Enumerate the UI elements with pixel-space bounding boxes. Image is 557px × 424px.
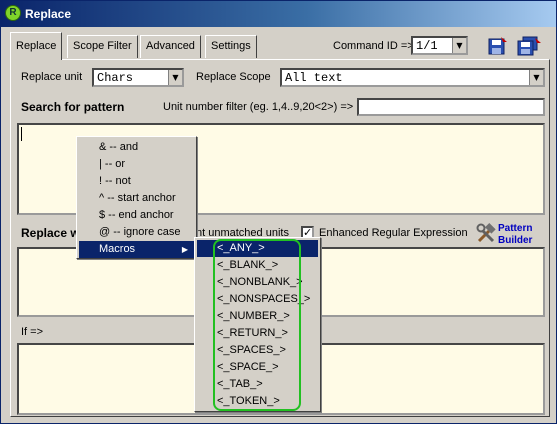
tab-advanced[interactable]: Advanced: [140, 35, 201, 58]
replace-unit-label: Replace unit: [21, 71, 83, 83]
pattern-builder-button[interactable]: Pattern Builder: [498, 223, 532, 247]
replace-unit-select[interactable]: Chars ▼: [92, 68, 184, 87]
macro-item-blank[interactable]: <_BLANK_>: [197, 257, 318, 274]
window-title: Replace: [25, 7, 72, 21]
macro-item-any[interactable]: <_ANY_>: [197, 240, 318, 257]
chevron-down-icon[interactable]: ▼: [529, 70, 543, 85]
submenu-arrow-icon: ▶: [181, 245, 188, 254]
command-id-value: 1/1: [416, 39, 438, 53]
replace-window: R Replace Replace Scope Filter Advanced …: [0, 0, 557, 424]
menu-item-ignore-case[interactable]: @ -- ignore case: [79, 224, 194, 241]
hammer-wrench-icon[interactable]: [475, 223, 497, 245]
macro-item-nonspaces[interactable]: <_NONSPACES_>: [197, 291, 318, 308]
if-label: If =>: [21, 326, 44, 338]
macro-item-spaces[interactable]: <_SPACES_>: [197, 342, 318, 359]
command-id-combo[interactable]: 1/1 ▼: [411, 36, 468, 55]
floppy-disk-icon[interactable]: [487, 36, 509, 56]
command-id-label: Command ID =>: [333, 40, 414, 52]
text-caret: [21, 127, 22, 141]
pattern-context-menu: & -- and | -- or ! -- not ^ -- start anc…: [76, 136, 197, 259]
macro-item-return[interactable]: <_RETURN_>: [197, 325, 318, 342]
macro-item-number[interactable]: <_NUMBER_>: [197, 308, 318, 325]
search-pattern-label: Search for pattern: [21, 100, 125, 114]
replace-scope-value: All text: [285, 71, 343, 85]
chevron-down-icon[interactable]: ▼: [452, 38, 466, 53]
tab-replace[interactable]: Replace: [10, 32, 63, 60]
replace-with-label: Replace w: [21, 226, 80, 240]
pattern-builder-line2: Builder: [498, 235, 533, 246]
macro-item-nonblank[interactable]: <_NONBLANK_>: [197, 274, 318, 291]
pattern-builder-line1: Pattern: [498, 223, 533, 234]
replace-unit-value: Chars: [97, 71, 134, 85]
menu-item-macros[interactable]: Macros ▶: [79, 241, 194, 258]
macro-item-space[interactable]: <_SPACE_>: [197, 359, 318, 376]
macro-item-tab[interactable]: <_TAB_>: [197, 376, 318, 393]
tab-scope-filter[interactable]: Scope Filter: [67, 35, 138, 58]
macros-submenu: <_ANY_> <_BLANK_> <_NONBLANK_> <_NONSPAC…: [194, 237, 321, 412]
unit-number-filter-input[interactable]: [357, 98, 545, 116]
replace-scope-label: Replace Scope: [196, 71, 271, 83]
menu-item-start-anchor[interactable]: ^ -- start anchor: [79, 190, 194, 207]
chevron-down-icon[interactable]: ▼: [168, 70, 182, 85]
menu-item-end-anchor[interactable]: $ -- end anchor: [79, 207, 194, 224]
enhanced-regex-label: Enhanced Regular Expression: [319, 227, 468, 239]
unit-number-filter-label: Unit number filter (eg. 1,4..9,20<2>) =>: [163, 101, 354, 113]
menu-item-or[interactable]: | -- or: [79, 156, 194, 173]
menu-item-macros-label: Macros: [99, 243, 136, 255]
replace-scope-select[interactable]: All text ▼: [280, 68, 545, 87]
tab-settings[interactable]: Settings: [205, 35, 257, 58]
floppy-disks-icon[interactable]: [516, 36, 542, 56]
macro-item-token[interactable]: <_TOKEN_>: [197, 393, 318, 410]
menu-item-not[interactable]: ! -- not: [79, 173, 194, 190]
menu-item-and[interactable]: & -- and: [79, 139, 194, 156]
title-bar[interactable]: R Replace: [1, 1, 556, 27]
replace-app-icon: R: [5, 5, 21, 21]
